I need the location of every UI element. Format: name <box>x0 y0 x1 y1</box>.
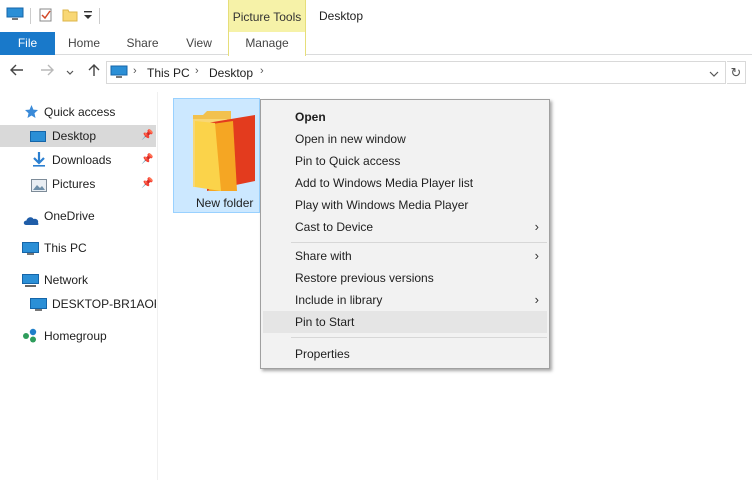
menu-item-properties[interactable]: Properties <box>263 343 547 365</box>
sidebar-item-label: Desktop <box>52 129 97 143</box>
computer-icon[interactable] <box>6 7 24 24</box>
tab-share[interactable]: Share <box>120 32 165 55</box>
pin-icon[interactable]: 📌 <box>141 173 153 195</box>
folder-icon <box>187 107 259 196</box>
submenu-arrow-icon: › <box>534 292 539 307</box>
menu-separator <box>291 337 547 338</box>
computer-icon <box>110 65 128 82</box>
breadcrumb-chevron-icon[interactable]: › <box>133 65 137 77</box>
menu-item-play-with-wmp[interactable]: Play with Windows Media Player <box>263 194 547 216</box>
menu-item-include-in-library[interactable]: Include in library › <box>263 289 547 311</box>
forward-arrow-icon[interactable] <box>38 63 56 83</box>
divider <box>30 8 31 24</box>
sidebar-item-label: Pictures <box>52 177 96 191</box>
menu-item-label: Include in library <box>295 293 383 307</box>
sidebar-item-label: Homegroup <box>44 329 107 343</box>
sidebar-item-this-pc[interactable]: This PC <box>0 237 156 259</box>
sidebar-item-label: OneDrive <box>44 209 95 223</box>
menu-item-pin-to-quick-access[interactable]: Pin to Quick access <box>263 150 547 172</box>
refresh-icon[interactable]: ↻ <box>727 61 746 84</box>
submenu-arrow-icon: › <box>534 248 539 263</box>
ribbon-tabs: File Home Share View Manage <box>0 32 752 56</box>
desktop-icon <box>30 129 46 147</box>
submenu-arrow-icon: › <box>534 219 539 234</box>
navigation-pane: Quick access Desktop 📌 Downloads 📌 Pictu… <box>0 92 158 480</box>
menu-item-share-with[interactable]: Share with › <box>263 245 547 267</box>
sidebar-item-label: DESKTOP-BR1AORE <box>52 297 156 311</box>
new-folder-icon[interactable] <box>62 7 78 26</box>
computer-icon <box>22 241 39 259</box>
star-icon <box>24 104 39 123</box>
sidebar-item-downloads[interactable]: Downloads 📌 <box>0 149 156 171</box>
sidebar-item-desktop-br1aore[interactable]: DESKTOP-BR1AORE <box>0 293 156 315</box>
address-bar[interactable]: › This PC › Desktop › <box>106 61 726 84</box>
breadcrumb-this-pc[interactable]: This PC <box>147 66 190 80</box>
tab-file[interactable]: File <box>0 32 55 55</box>
sidebar-item-network[interactable]: Network <box>0 269 156 291</box>
back-arrow-icon[interactable] <box>8 63 26 83</box>
sidebar-item-label: Network <box>44 273 89 287</box>
explorer-window: Picture Tools Desktop File Home Share Vi… <box>0 0 752 480</box>
tab-view[interactable]: View <box>178 32 220 55</box>
sidebar-item-label: This PC <box>44 241 87 255</box>
sidebar-item-label: Downloads <box>52 153 112 167</box>
menu-item-open[interactable]: Open <box>263 106 547 128</box>
homegroup-icon <box>22 328 39 347</box>
breadcrumb-chevron-icon[interactable]: › <box>260 65 264 77</box>
pictures-icon <box>31 177 47 195</box>
menu-item-add-to-wmp-list[interactable]: Add to Windows Media Player list <box>263 172 547 194</box>
sidebar-item-pictures[interactable]: Pictures 📌 <box>0 173 156 195</box>
pin-icon[interactable]: 📌 <box>141 149 153 171</box>
title-bar: Picture Tools Desktop <box>0 0 752 32</box>
up-arrow-icon[interactable] <box>86 63 102 83</box>
sidebar-item-homegroup[interactable]: Homegroup <box>0 325 156 347</box>
sidebar-item-onedrive[interactable]: OneDrive <box>0 205 156 227</box>
tab-home[interactable]: Home <box>60 32 108 55</box>
menu-separator <box>291 242 547 243</box>
menu-item-cast-to-device[interactable]: Cast to Device › <box>263 216 547 238</box>
window-title: Desktop <box>319 9 364 23</box>
sidebar-item-label: Quick access <box>44 105 116 119</box>
menu-item-pin-to-start[interactable]: Pin to Start <box>263 311 547 333</box>
cloud-icon <box>22 211 40 227</box>
folder-new-folder[interactable]: New folder <box>173 98 260 213</box>
customize-toolbar-icon[interactable] <box>83 9 93 24</box>
network-icon <box>22 273 39 291</box>
menu-item-restore-previous-versions[interactable]: Restore previous versions <box>263 267 547 289</box>
menu-item-label: Share with <box>295 249 352 263</box>
computer-icon <box>30 297 47 315</box>
recent-locations-chevron-icon[interactable] <box>64 65 76 85</box>
address-dropdown-chevron-icon[interactable] <box>709 68 719 82</box>
properties-checkbox-icon[interactable] <box>38 7 54 26</box>
divider <box>99 8 100 24</box>
sidebar-item-quick-access[interactable]: Quick access <box>0 101 156 123</box>
breadcrumb-desktop[interactable]: Desktop <box>209 66 253 80</box>
picture-tools-label: Picture Tools <box>228 0 306 32</box>
breadcrumb-chevron-icon[interactable]: › <box>195 65 199 77</box>
tab-manage[interactable]: Manage <box>228 32 306 56</box>
menu-item-label: Cast to Device <box>295 220 374 234</box>
sidebar-item-desktop[interactable]: Desktop 📌 <box>0 125 156 147</box>
menu-item-open-in-new-window[interactable]: Open in new window <box>263 128 547 150</box>
context-menu: Open Open in new window Pin to Quick acc… <box>260 99 550 369</box>
pin-icon[interactable]: 📌 <box>141 125 153 147</box>
folder-label: New folder <box>196 196 254 210</box>
download-arrow-icon <box>32 151 46 171</box>
